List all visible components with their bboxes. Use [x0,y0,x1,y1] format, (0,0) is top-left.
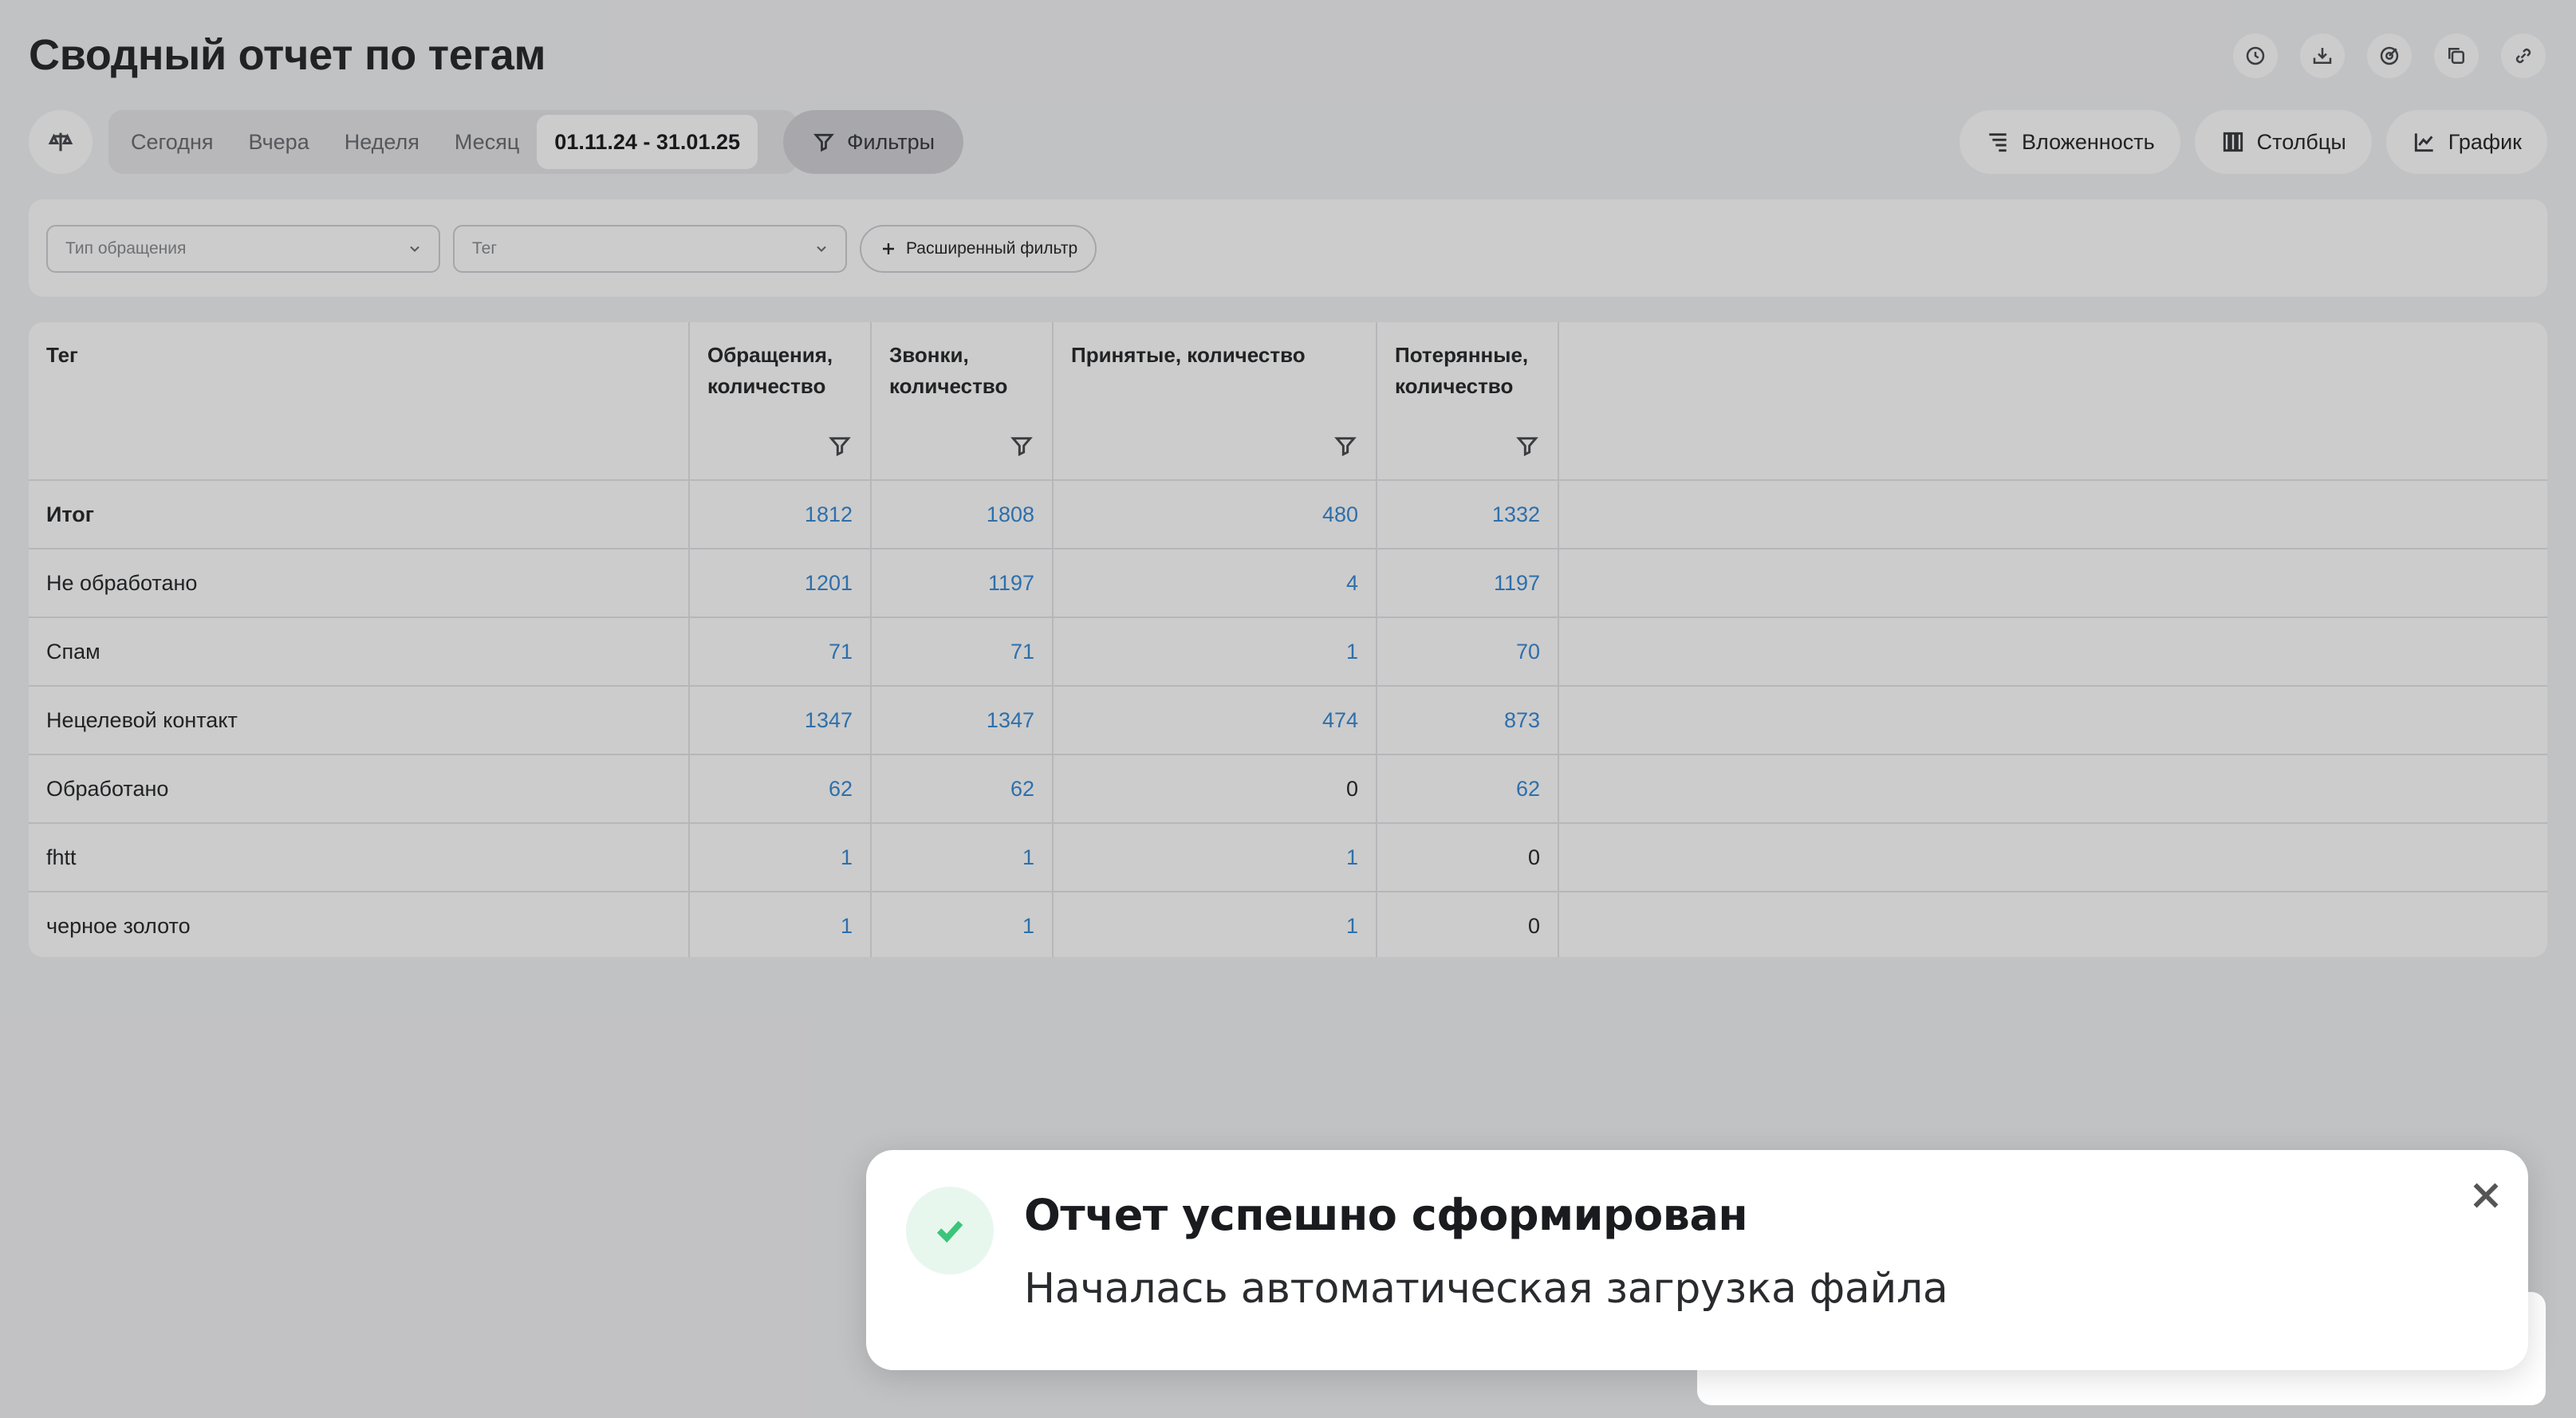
toast-message: Началась автоматическая загрузка файла [1024,1265,1948,1313]
success-toast: Отчет успешно сформирован Началась автом… [866,1150,2528,1370]
toast-close-button[interactable] [2464,1174,2507,1217]
close-icon [2473,1183,2499,1208]
toast-title: Отчет успешно сформирован [1024,1190,1748,1240]
check-icon [936,1220,963,1243]
success-icon [906,1187,994,1274]
